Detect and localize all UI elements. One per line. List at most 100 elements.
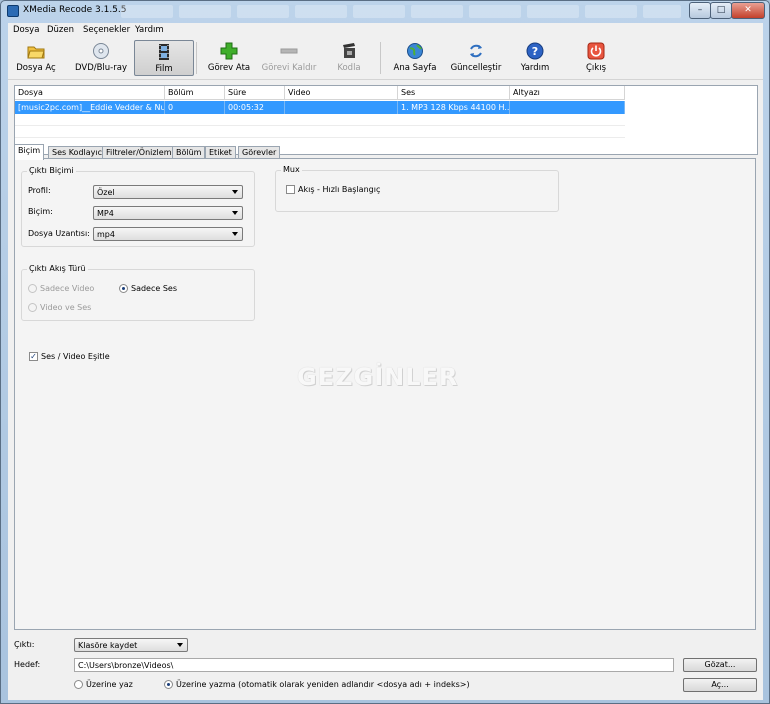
background-window-ghost [643, 5, 681, 18]
toolbar-separator [380, 42, 381, 74]
audio-only-radio[interactable] [119, 284, 128, 293]
maximize-button[interactable]: □ [710, 2, 732, 19]
app-window: XMedia Recode 3.1.5.5 – □ ✕ Dosya Düzen … [0, 0, 770, 704]
video-only-radio[interactable] [28, 284, 37, 293]
empty-row [15, 126, 625, 138]
title-bar[interactable]: XMedia Recode 3.1.5.5 – □ ✕ [1, 1, 769, 22]
power-icon [587, 42, 605, 60]
chevron-down-icon [232, 211, 238, 215]
format-tab-panel: Çıktı Biçimi Profil: Özel Biçim: MP4 Dos… [14, 158, 756, 630]
chevron-down-icon [177, 643, 183, 647]
menu-bar: Dosya Düzen Seçenekler Yardım [8, 23, 763, 38]
dvd-bluray-button[interactable]: DVD/Blu-ray [70, 40, 132, 76]
background-window-ghost [469, 5, 521, 18]
av-sync-label: Ses / Video Eşitle [41, 352, 110, 361]
help-button[interactable]: ? Yardım [514, 40, 556, 76]
chevron-down-icon [232, 232, 238, 236]
column-header-duration[interactable]: Süre [225, 86, 285, 100]
output-format-title: Çıktı Biçimi [27, 166, 76, 175]
toolbar: Dosya Aç DVD/Blu-ray Film Görev Ata Göre… [8, 38, 763, 80]
plus-icon [220, 42, 238, 60]
table-row[interactable]: [music2pc.com]__Eddie Vedder & Nus... 0 … [15, 101, 625, 114]
background-window-ghost [527, 5, 579, 18]
background-window-ghost [121, 5, 173, 18]
open-file-button[interactable]: Dosya Aç [12, 40, 60, 76]
menu-options[interactable]: Seçenekler [83, 25, 130, 35]
file-list[interactable]: Dosya Bölüm Süre Video Ses Altyazı [musi… [14, 85, 758, 155]
open-output-button[interactable]: Aç... [683, 678, 757, 692]
main-client-area: Dosya Düzen Seçenekler Yardım Dosya Aç D… [8, 23, 763, 700]
file-list-header: Dosya Bölüm Süre Video Ses Altyazı [15, 86, 625, 100]
fast-start-checkbox[interactable] [286, 185, 295, 194]
stream-type-group: Çıktı Akış Türü Sadece Video Sadece Ses … [21, 264, 255, 321]
menu-edit[interactable]: Düzen [47, 25, 74, 35]
toolbar-separator [196, 42, 197, 74]
tab-format[interactable]: Biçim [14, 144, 45, 160]
no-overwrite-radio[interactable] [164, 680, 173, 689]
menu-help[interactable]: Yardım [135, 25, 164, 35]
update-button[interactable]: Güncelleştir [448, 40, 504, 76]
encode-icon [343, 43, 355, 58]
watermark-text: GEZGİNLER [297, 363, 459, 391]
background-window-ghost [353, 5, 405, 18]
mux-title: Mux [281, 165, 302, 174]
cell-duration: 00:05:32 [225, 101, 285, 114]
background-window-ghost [295, 5, 347, 18]
profile-select[interactable]: Özel [93, 185, 243, 199]
empty-row [15, 114, 625, 126]
cell-file: [music2pc.com]__Eddie Vedder & Nus... [15, 101, 165, 114]
video-only-label: Sadece Video [40, 284, 95, 293]
add-job-button[interactable]: Görev Ata [204, 40, 254, 76]
film-button[interactable]: Film [134, 40, 194, 76]
column-header-video[interactable]: Video [285, 86, 398, 100]
encode-button[interactable]: Kodla [328, 40, 370, 76]
close-button[interactable]: ✕ [731, 2, 765, 19]
cell-subtitle [510, 101, 625, 114]
minus-icon [280, 48, 298, 54]
fast-start-label: Akış - Hızlı Başlangıç [298, 185, 381, 194]
remove-job-button[interactable]: Görevi Kaldır [260, 40, 318, 76]
output-mode-value: Klasöre kaydet [78, 641, 138, 650]
overwrite-label: Üzerine yaz [86, 680, 133, 689]
exit-button[interactable]: Çıkış [576, 40, 616, 76]
profile-label: Profil: [28, 186, 51, 195]
target-path-input[interactable]: C:\Users\bronze\Videos\ [74, 658, 674, 672]
menu-file[interactable]: Dosya [13, 25, 39, 35]
format-select[interactable]: MP4 [93, 206, 243, 220]
help-icon: ? [526, 42, 544, 60]
profile-value: Özel [97, 188, 115, 197]
target-label: Hedef: [14, 660, 41, 669]
column-header-subtitle[interactable]: Altyazı [510, 86, 625, 100]
extension-select[interactable]: mp4 [93, 227, 243, 241]
minimize-button[interactable]: – [689, 2, 711, 19]
app-icon [7, 5, 19, 17]
column-header-chapter[interactable]: Bölüm [165, 86, 225, 100]
video-and-audio-radio[interactable] [28, 303, 37, 312]
column-header-audio[interactable]: Ses [398, 86, 510, 100]
svg-text:?: ? [532, 45, 538, 58]
output-mode-select[interactable]: Klasöre kaydet [74, 638, 188, 652]
audio-only-label: Sadece Ses [131, 284, 178, 293]
output-label: Çıktı: [14, 640, 35, 649]
folder-open-icon [27, 46, 45, 59]
cell-video [285, 101, 398, 114]
browse-button[interactable]: Gözat... [683, 658, 757, 672]
disc-icon [93, 43, 109, 59]
output-settings-area: Çıktı: Klasöre kaydet Hedef: C:\Users\br… [8, 635, 763, 700]
column-header-file[interactable]: Dosya [15, 86, 165, 100]
output-format-group: Çıktı Biçimi Profil: Özel Biçim: MP4 Dos… [21, 166, 255, 247]
overwrite-radio[interactable] [74, 680, 83, 689]
stream-type-title: Çıktı Akış Türü [27, 264, 88, 273]
extension-value: mp4 [97, 230, 115, 239]
mux-group: Mux Akış - Hızlı Başlangıç [275, 165, 559, 212]
background-window-ghost [411, 5, 463, 18]
format-value: MP4 [97, 209, 114, 218]
extension-label: Dosya Uzantısı: [28, 229, 90, 238]
background-window-ghost [237, 5, 289, 18]
home-button[interactable]: Ana Sayfa [388, 40, 442, 76]
chevron-down-icon [232, 190, 238, 194]
refresh-icon [470, 44, 482, 58]
av-sync-checkbox[interactable]: ✓ [29, 352, 38, 361]
globe-icon [407, 43, 423, 59]
no-overwrite-label: Üzerine yazma (otomatik olarak yeniden a… [176, 680, 470, 689]
